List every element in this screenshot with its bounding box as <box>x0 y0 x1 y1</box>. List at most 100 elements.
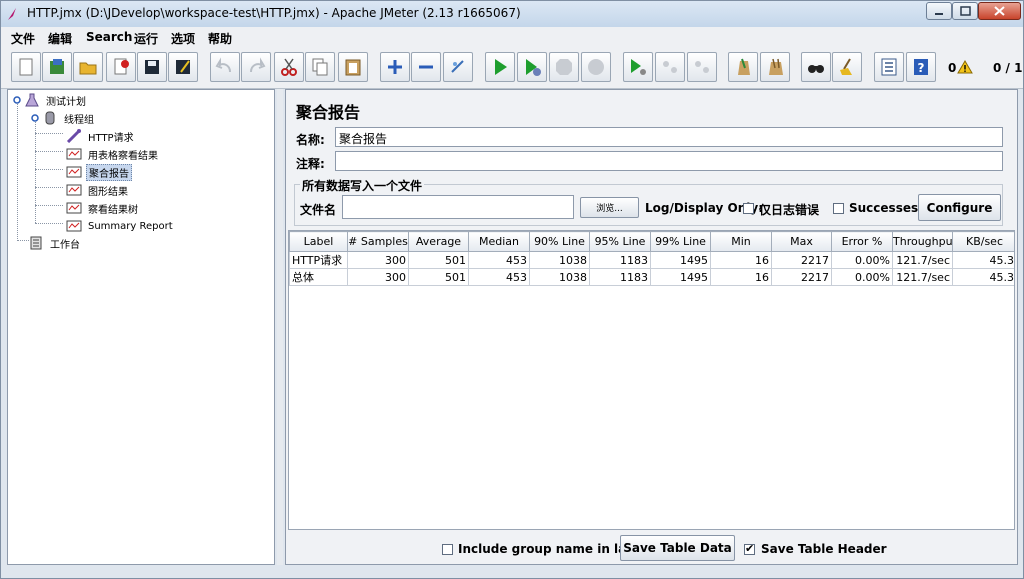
column-header-average[interactable]: Average <box>408 231 469 252</box>
column-header-min[interactable]: Min <box>710 231 772 252</box>
remote-start-button[interactable] <box>623 52 653 82</box>
table-row[interactable]: 总体 300 501 453 1038 1183 1495 16 2217 0.… <box>289 268 1014 286</box>
tree-node-results-tree[interactable]: 察看结果树 <box>66 200 140 216</box>
column-header-max[interactable]: Max <box>771 231 832 252</box>
table-cell: 1038 <box>529 251 590 269</box>
shutdown-button[interactable] <box>581 52 611 82</box>
stop-icon <box>556 59 572 75</box>
templates-button[interactable] <box>42 52 72 82</box>
start-button[interactable] <box>485 52 515 82</box>
tree-expand-handle-icon[interactable] <box>12 93 22 107</box>
remote-shutdown-button[interactable] <box>687 52 717 82</box>
tree-line <box>35 169 63 170</box>
collapse-button[interactable] <box>411 52 441 82</box>
svg-text:?: ? <box>918 61 925 75</box>
save-table-header-checkbox[interactable] <box>744 542 755 555</box>
toggle-button[interactable] <box>443 52 473 82</box>
clear-all-icon <box>769 58 783 75</box>
remote-stop-button[interactable] <box>655 52 685 82</box>
warning-icon[interactable] <box>957 60 973 74</box>
tree-expand-handle-icon[interactable] <box>30 111 40 125</box>
undo-button[interactable] <box>210 52 240 82</box>
filename-field[interactable] <box>342 195 574 219</box>
tree-node-aggregate-report[interactable]: 聚合报告 <box>66 163 132 181</box>
listener-icon <box>66 202 82 214</box>
column-header-90-line[interactable]: 90% Line <box>529 231 590 252</box>
expand-button[interactable] <box>380 52 410 82</box>
column-header-95-line[interactable]: 95% Line <box>589 231 651 252</box>
cut-button[interactable] <box>274 52 304 82</box>
open-button[interactable] <box>73 52 103 82</box>
tree-node-graph-results[interactable]: 图形结果 <box>66 182 130 198</box>
write-to-file-legend: 所有数据写入一个文件 <box>300 177 425 194</box>
search-button[interactable] <box>801 52 831 82</box>
column-header-median[interactable]: Median <box>468 231 530 252</box>
column-header-throughput[interactable]: Throughput <box>892 231 953 252</box>
tree-node-label: 工作台 <box>50 239 80 251</box>
clear-button[interactable] <box>728 52 758 82</box>
menu-run[interactable]: 运行 <box>134 30 158 47</box>
tree-node-label: 察看结果树 <box>88 204 138 216</box>
comment-field[interactable] <box>335 151 1003 171</box>
tree-node-label: Summary Report <box>88 220 173 232</box>
table-row[interactable]: HTTP请求 300 501 453 1038 1183 1495 16 221… <box>289 251 1014 269</box>
tree-node-test-plan[interactable]: 测试计划 <box>12 92 88 108</box>
table-cell: 0.00% <box>831 268 893 286</box>
table-cell: 总体 <box>289 268 348 286</box>
menu-search[interactable]: Search <box>86 30 132 44</box>
clear-all-button[interactable] <box>760 52 790 82</box>
function-helper-button[interactable] <box>874 52 904 82</box>
configure-button[interactable]: Configure <box>918 194 1001 221</box>
tree-node-summary-report[interactable]: Summary Report <box>66 218 175 234</box>
tree-node-thread-group[interactable]: 线程组 <box>30 110 96 126</box>
column-header-error[interactable]: Error % <box>831 231 893 252</box>
save-button[interactable] <box>137 52 167 82</box>
menu-file[interactable]: 文件 <box>11 30 35 47</box>
window-title: HTTP.jmx (D:\JDevelop\workspace-test\HTT… <box>27 6 521 20</box>
column-header-samples[interactable]: # Samples <box>347 231 409 252</box>
close-file-button[interactable] <box>106 52 136 82</box>
copy-button[interactable] <box>305 52 335 82</box>
name-field[interactable]: 聚合报告 <box>335 127 1003 147</box>
menu-options[interactable]: 选项 <box>171 30 195 47</box>
split-pane-divider[interactable] <box>277 89 283 565</box>
successes-checkbox[interactable] <box>833 203 844 214</box>
thread-count: 0 / 10 <box>993 61 1023 75</box>
redo-button[interactable] <box>241 52 271 82</box>
tree-node-label: 线程组 <box>64 114 94 126</box>
maximize-button[interactable] <box>952 2 978 20</box>
tree-node-label: 图形结果 <box>88 186 128 198</box>
tree-node-workbench[interactable]: 工作台 <box>28 235 82 251</box>
remote-start-icon <box>631 59 646 75</box>
tree-node-view-table[interactable]: 用表格察看结果 <box>66 146 160 162</box>
start-no-pause-icon <box>526 59 541 76</box>
reset-search-button[interactable] <box>832 52 862 82</box>
tree-node-label: HTTP请求 <box>88 132 134 144</box>
column-header-label[interactable]: Label <box>289 231 348 252</box>
close-window-button[interactable] <box>978 2 1021 20</box>
errors-only-checkbox[interactable] <box>743 203 754 214</box>
clear-icon <box>738 58 750 75</box>
save-table-data-button[interactable]: Save Table Data <box>620 535 735 561</box>
stop-button[interactable] <box>549 52 579 82</box>
help-button[interactable]: ? <box>906 52 936 82</box>
table-actions-bar: Include group name in label? Save Table … <box>286 533 1017 564</box>
browse-button[interactable]: 浏览... <box>580 197 639 218</box>
aggregate-table: Label # Samples Average Median 90% Line … <box>288 230 1015 530</box>
column-header-99-line[interactable]: 99% Line <box>650 231 711 252</box>
include-group-name-checkbox[interactable] <box>442 544 453 555</box>
new-button[interactable] <box>11 52 41 82</box>
menu-help[interactable]: 帮助 <box>208 30 232 47</box>
menu-edit[interactable]: 编辑 <box>48 30 72 47</box>
save-icon <box>145 60 159 74</box>
tree-node-http-request[interactable]: HTTP请求 <box>66 128 136 144</box>
start-no-pause-button[interactable] <box>517 52 547 82</box>
minimize-button[interactable] <box>926 2 952 20</box>
save-as-button[interactable] <box>168 52 198 82</box>
column-header-kb-sec[interactable]: KB/sec <box>952 231 1014 252</box>
title-bar: HTTP.jmx (D:\JDevelop\workspace-test\HTT… <box>1 1 1023 27</box>
table-cell: 501 <box>408 268 469 286</box>
tree-node-label: 测试计划 <box>46 96 86 108</box>
listener-icon <box>66 220 82 232</box>
paste-button[interactable] <box>338 52 368 82</box>
